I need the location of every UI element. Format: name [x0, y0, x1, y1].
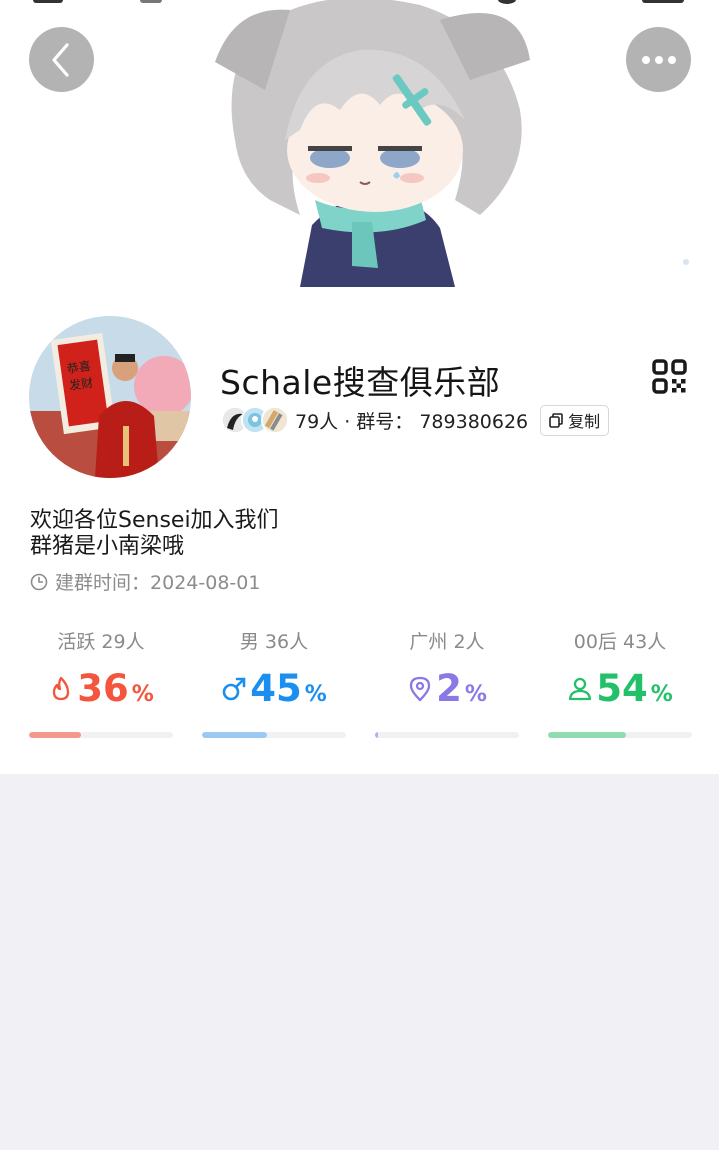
- location-pin-icon: [409, 676, 431, 701]
- group-avatar[interactable]: 恭喜 发财: [29, 316, 191, 478]
- qr-code-icon[interactable]: [652, 359, 687, 394]
- group-profile-page: 恭喜 发财 Schale搜查俱乐部 79人 · 群号： 789380626 复制…: [0, 0, 719, 1150]
- stat-bar-fill: [375, 732, 378, 738]
- stat-bar-fill: [29, 732, 81, 738]
- male-icon: [222, 677, 246, 700]
- stat-bar: [375, 732, 519, 738]
- member-info-row: 79人 · 群号： 789380626 复制: [221, 404, 610, 436]
- stat-active[interactable]: 活跃 29人 36 %: [29, 624, 173, 744]
- created-label: 建群时间：: [55, 572, 151, 594]
- stat-age[interactable]: 00后 43人 54 %: [548, 624, 692, 744]
- stat-percent: %: [304, 682, 327, 707]
- ellipsis-icon: [641, 55, 676, 64]
- person-icon: [569, 677, 592, 700]
- stat-value: 2: [436, 667, 462, 710]
- stat-label: 男 36人: [239, 631, 309, 653]
- stat-value: 36: [77, 667, 129, 710]
- member-avatar: [261, 406, 289, 434]
- stat-bar: [202, 732, 346, 738]
- back-button[interactable]: [29, 27, 94, 92]
- stat-label: 活跃 29人: [57, 631, 145, 653]
- group-name: Schale搜查俱乐部: [220, 363, 501, 402]
- copy-icon: [549, 412, 563, 428]
- stat-location[interactable]: 广州 2人 2 %: [375, 624, 519, 744]
- copy-label: 复制: [568, 412, 601, 431]
- more-options-button[interactable]: [626, 27, 691, 92]
- clock-icon: [30, 573, 48, 590]
- copy-group-id-button[interactable]: 复制: [540, 404, 610, 436]
- stat-percent: %: [131, 682, 154, 707]
- flame-icon: [53, 676, 70, 700]
- member-count-and-id: 79人 · 群号： 789380626: [295, 410, 529, 433]
- banner-illustration: [215, 0, 689, 287]
- stat-percent: %: [650, 682, 673, 707]
- created-time: 建群时间：2024-08-01: [30, 568, 260, 595]
- stat-value: 45: [250, 667, 302, 710]
- group-stats: 活跃 29人 36 % 男 36人 45 % 广州 2人 2 % 00后 43人…: [29, 624, 692, 744]
- stat-bar-fill: [202, 732, 267, 738]
- description-line: 欢迎各位Sensei加入我们: [30, 508, 279, 533]
- stat-label: 广州 2人: [409, 631, 485, 653]
- chevron-left-icon: [51, 42, 69, 77]
- stat-label: 00后 43人: [573, 631, 667, 653]
- stat-value: 54: [596, 667, 648, 710]
- stat-bar-fill: [548, 732, 626, 738]
- group-info-card: 恭喜 发财 Schale搜查俱乐部 79人 · 群号： 789380626 复制…: [0, 287, 719, 774]
- member-avatars[interactable]: [221, 406, 289, 434]
- description-line: 群猪是小南梁哦: [30, 534, 185, 559]
- group-banner: [0, 0, 719, 287]
- created-date: 2024-08-01: [150, 572, 261, 594]
- stat-bar: [29, 732, 173, 738]
- group-description: 欢迎各位Sensei加入我们 群猪是小南梁哦: [30, 508, 630, 560]
- stat-percent: %: [464, 682, 487, 707]
- group-avatar-image: 恭喜 发财: [29, 316, 191, 478]
- stat-bar: [548, 732, 692, 738]
- stat-male[interactable]: 男 36人 45 %: [202, 624, 346, 744]
